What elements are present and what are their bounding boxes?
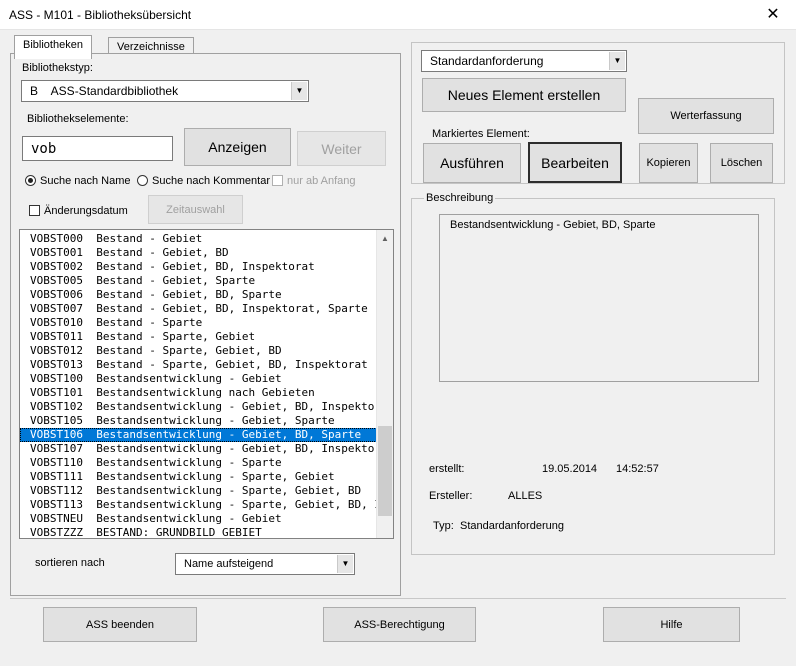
show-button[interactable]: Anzeigen [184,128,291,166]
library-type-value: B ASS-Standardbibliothek [30,84,179,98]
library-elements-label: Bibliothekselemente: [27,113,129,125]
list-item[interactable]: VOBST012 Bestand - Sparte, Gebiet, BD [20,344,377,358]
search-by-name-radio[interactable] [25,175,36,186]
search-input[interactable]: vob [22,136,173,161]
description-text: Bestandsentwicklung - Gebiet, BD, Sparte [450,219,656,231]
list-item[interactable]: VOBST105 Bestandsentwicklung - Gebiet, S… [20,414,377,428]
list-item[interactable]: VOBST100 Bestandsentwicklung - Gebiet [20,372,377,386]
created-time: 14:52:57 [616,463,659,475]
request-type-value: Standardanforderung [430,54,544,68]
list-item[interactable]: VOBST000 Bestand - Gebiet [20,232,377,246]
sort-select[interactable]: Name aufsteigend ▼ [175,553,355,575]
footer-divider [10,598,786,599]
list-item[interactable]: VOBST011 Bestand - Sparte, Gebiet [20,330,377,344]
help-button[interactable]: Hilfe [603,607,740,642]
list-item[interactable]: VOBST010 Bestand - Sparte [20,316,377,330]
search-by-name-label: Suche nach Name [40,175,131,187]
marked-element-label: Markiertes Element: [432,128,530,140]
change-date-checkbox[interactable] [29,205,40,216]
from-start-label: nur ab Anfang [287,175,356,187]
library-type-label: Bibliothekstyp: [22,62,93,74]
list-item[interactable]: VOBST101 Bestandsentwicklung nach Gebiet… [20,386,377,400]
list-item[interactable]: VOBST111 Bestandsentwicklung - Sparte, G… [20,470,377,484]
list-item[interactable]: VOBSTZZZ BESTAND: GRUNDBILD GEBIET [20,526,377,538]
tab-bibliotheken[interactable]: Bibliotheken [14,35,92,59]
library-type-select[interactable]: B ASS-Standardbibliothek ▼ [21,80,309,102]
type-value: Standardanforderung [460,520,564,532]
created-label: erstellt: [429,463,465,475]
description-box: Bestandsentwicklung - Gebiet, BD, Sparte [439,214,759,382]
close-icon[interactable]: ✕ [750,0,796,30]
scroll-thumb[interactable] [378,426,392,516]
title-bar: ASS - M101 - Bibliotheksübersicht ✕ [0,0,796,30]
sort-label: sortieren nach [35,557,105,569]
permission-button[interactable]: ASS-Berechtigung [323,607,476,642]
list-item[interactable]: VOBSTNEU Bestandsentwicklung - Gebiet [20,512,377,526]
list-item[interactable]: VOBST113 Bestandsentwicklung - Sparte, G… [20,498,377,512]
request-type-select[interactable]: Standardanforderung ▼ [421,50,627,72]
chevron-down-icon[interactable]: ▼ [291,82,307,100]
list-scrollbar[interactable]: ▲ ▼ [376,230,393,538]
type-label: Typ: [433,520,454,532]
quit-button[interactable]: ASS beenden [43,607,197,642]
description-label: Beschreibung [424,192,496,204]
list-item[interactable]: VOBST106 Bestandsentwicklung - Gebiet, B… [20,428,377,442]
sort-value: Name aufsteigend [184,558,274,570]
search-by-comment-radio[interactable] [137,175,148,186]
next-button[interactable]: Weiter [297,131,386,166]
list-item[interactable]: VOBST107 Bestandsentwicklung - Gebiet, B… [20,442,377,456]
chevron-down-icon[interactable]: ▼ [609,52,625,70]
change-date-label: Änderungsdatum [44,205,128,217]
list-item[interactable]: VOBST005 Bestand - Gebiet, Sparte [20,274,377,288]
scroll-up-icon[interactable]: ▲ [377,230,393,247]
copy-button[interactable]: Kopieren [639,143,698,183]
list-item[interactable]: VOBST110 Bestandsentwicklung - Sparte [20,456,377,470]
value-entry-button[interactable]: Werterfassung [638,98,774,134]
element-list[interactable]: VOBST000 Bestand - Gebiet VOBST001 Bestan… [19,229,394,539]
list-item[interactable]: VOBST112 Bestandsentwicklung - Sparte, G… [20,484,377,498]
list-item[interactable]: VOBST006 Bestand - Gebiet, BD, Sparte [20,288,377,302]
created-date: 19.05.2014 [542,463,598,475]
list-item[interactable]: VOBST007 Bestand - Gebiet, BD, Inspektor… [20,302,377,316]
execute-button[interactable]: Ausführen [423,143,521,183]
search-by-comment-label: Suche nach Kommentar [152,175,271,187]
window-title: ASS - M101 - Bibliotheksübersicht [9,8,192,22]
creator-label: Ersteller: [429,490,473,502]
creator-value: ALLES [508,490,543,502]
from-start-checkbox[interactable] [272,175,283,186]
element-list-rows: VOBST000 Bestand - Gebiet VOBST001 Bestan… [20,232,377,538]
search-input-value: vob [31,141,57,157]
edit-button[interactable]: Bearbeiten [528,142,622,183]
delete-button[interactable]: Löschen [710,143,773,183]
time-select-button[interactable]: Zeitauswahl [148,195,243,224]
chevron-down-icon[interactable]: ▼ [337,555,353,573]
list-item[interactable]: VOBST102 Bestandsentwicklung - Gebiet, B… [20,400,377,414]
list-item[interactable]: VOBST002 Bestand - Gebiet, BD, Inspektor… [20,260,377,274]
list-item[interactable]: VOBST013 Bestand - Sparte, Gebiet, BD, I… [20,358,377,372]
new-element-button[interactable]: Neues Element erstellen [422,78,626,112]
list-item[interactable]: VOBST001 Bestand - Gebiet, BD [20,246,377,260]
